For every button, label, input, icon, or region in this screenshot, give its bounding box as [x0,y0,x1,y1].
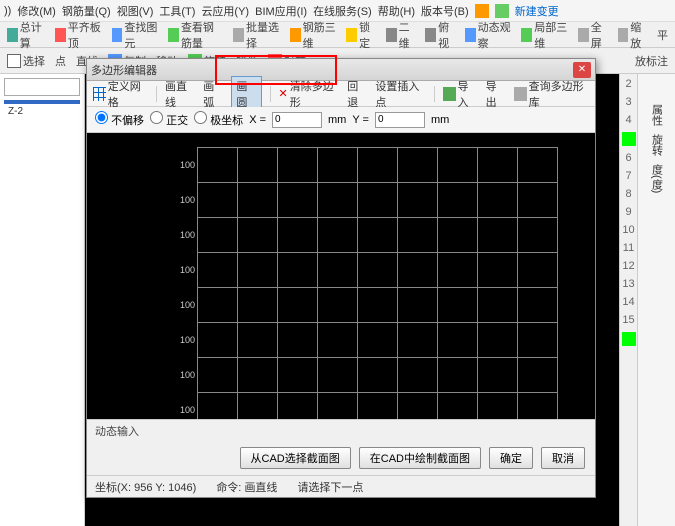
tb-full[interactable]: 全屏 [575,18,611,52]
dialog-toolbar: 定义网格 画直线 画弧 画圆 ✕清除多边形 回退 设置插入点 导入 导出 查询多… [87,81,595,107]
cmd-value: 画直线 [244,482,277,494]
menu-item[interactable]: BIM应用(I) [255,3,307,19]
coord-display: 坐标(X: 956 Y: 1046) [95,479,196,495]
ruler-num: 13 [622,278,634,290]
cad-select-button[interactable]: 从CAD选择截面图 [240,447,351,469]
unit-label: mm [328,114,346,126]
cancel-button[interactable]: 取消 [541,447,585,469]
ruler-num: 8 [625,188,631,200]
ruler-marker [622,132,636,146]
y-tick-label: 100 [180,335,195,345]
menu-item[interactable]: 视图(V) [117,3,154,19]
tb-annot[interactable]: 放标注 [632,52,671,70]
x-input[interactable] [272,112,322,128]
tb-zoom[interactable]: 缩放 [615,18,651,52]
ruler-num: 3 [625,96,631,108]
tb-select[interactable]: 选择 [4,52,48,70]
ruler-num: 4 [625,114,631,126]
dynamic-input-row: 动态输入 [87,419,595,441]
cad-draw-button[interactable]: 在CAD中绘制截面图 [359,447,481,469]
tb-view-rebar[interactable]: 查看钢筋量 [165,18,226,52]
y-tick-label: 100 [180,265,195,275]
draw-line-button[interactable]: 画直线 [165,78,195,110]
menu-item[interactable]: 在线服务(S) [313,3,372,19]
insert-point-button[interactable]: 设置插入点 [375,78,425,110]
right-tools: 属性 旋转 度(度) [637,74,675,526]
new-icon [495,4,509,18]
list-item[interactable]: Z-2 [4,104,80,119]
radio-no-offset[interactable]: 不偏移 [95,111,144,128]
ruler-num: 6 [625,152,631,164]
tb-local3d[interactable]: 局部三维 [518,18,571,52]
y-tick-label: 100 [180,405,195,415]
status-bar: 坐标(X: 956 Y: 1046) 命令: 画直线 请选择下一点 [87,475,595,497]
y-tick-label: 100 [180,160,195,170]
menu-item[interactable]: 修改(M) [17,3,56,19]
undo-button[interactable]: 回退 [347,78,367,110]
flag-icon [475,4,489,18]
tb-orbit[interactable]: 动态观察 [462,18,515,52]
button-row: 从CAD选择截面图 在CAD中绘制截面图 确定 取消 [87,441,595,475]
y-label: Y = [352,114,369,126]
y-tick-label: 100 [180,230,195,240]
close-button[interactable]: ✕ [573,62,591,78]
polygon-editor-dialog: 多边形编辑器 ✕ 定义网格 画直线 画弧 画圆 ✕清除多边形 回退 设置插入点 … [86,58,596,498]
menu-item[interactable]: 版本号(B) [421,3,469,19]
radio-polar[interactable]: 极坐标 [194,111,243,128]
tb-2d[interactable]: 二维 [383,18,419,52]
drawing-canvas[interactable]: 100100100100100100100100 100100100100100… [87,133,595,419]
unit-label: mm [431,114,449,126]
import-button[interactable]: 导入 [443,78,478,110]
rt-item[interactable]: 旋转 [649,134,665,156]
y-tick-label: 100 [180,370,195,380]
right-ruler: 2 3 4 6 7 8 9 10 11 12 13 14 15 [619,74,637,526]
menu-item[interactable]: 钢筋量(Q) [62,3,111,19]
y-input[interactable] [375,112,425,128]
tb-calc[interactable]: 总计算 [4,18,48,52]
y-tick-label: 100 [180,300,195,310]
grid-define-button[interactable]: 定义网格 [93,78,148,110]
ruler-num: 10 [622,224,634,236]
left-panel: Z-2 [0,74,85,526]
ruler-num: 9 [625,206,631,218]
clear-button[interactable]: ✕清除多边形 [278,78,339,110]
ruler-num: 15 [622,314,634,326]
radio-ortho[interactable]: 正交 [150,111,188,128]
tb-point[interactable]: 点 [52,52,69,70]
rt-item[interactable]: 属性 [649,104,665,126]
x-label: X = [249,114,266,126]
ruler-num: 2 [625,78,631,90]
menu-item[interactable]: 工具(T) [159,3,195,19]
dialog-title: 多边形编辑器 [91,62,573,78]
search-input[interactable] [4,78,80,96]
tb-top[interactable]: 俯视 [422,18,458,52]
tb-batch[interactable]: 批量选择 [230,18,283,52]
y-tick-label: 100 [180,195,195,205]
rt-item[interactable]: 度(度) [649,164,665,193]
draw-arc-button[interactable]: 画弧 [203,78,223,110]
prompt-text: 请选择下一点 [297,479,363,495]
library-button[interactable]: 查询多边形库 [514,78,589,110]
ruler-num: 12 [622,260,634,272]
ruler-num: 7 [625,170,631,182]
tb-align[interactable]: 平齐板顶 [52,18,105,52]
ok-button[interactable]: 确定 [489,447,533,469]
ruler-num: 14 [622,296,634,308]
tb-3d[interactable]: 钢筋三维 [287,18,340,52]
coord-bar: 不偏移 正交 极坐标 X = mm Y = mm [87,107,595,133]
tb-pan[interactable]: 平 [654,26,671,44]
export-button[interactable]: 导出 [486,78,506,110]
dynamic-input-label: 动态输入 [95,423,139,439]
ruler-num: 11 [623,242,634,254]
menu-item[interactable]: 云应用(Y) [201,3,249,19]
menu-item[interactable]: 帮助(H) [378,3,415,19]
ruler-marker [622,332,636,346]
tb-lock[interactable]: 锁定 [343,18,379,52]
menu-new[interactable]: 新建变更 [515,3,559,19]
toolbar-1: 总计算 平齐板顶 查找图元 查看钢筋量 批量选择 钢筋三维 锁定 二维 俯视 动… [0,22,675,48]
tb-find[interactable]: 查找图元 [109,18,162,52]
grid [197,147,557,419]
cmd-label: 命令: [216,482,241,494]
menu-item[interactable]: )) [4,5,11,17]
